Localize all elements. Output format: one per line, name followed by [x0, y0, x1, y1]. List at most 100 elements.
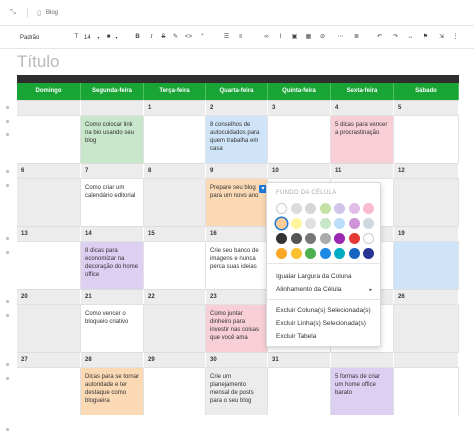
color-swatch[interactable]	[305, 218, 316, 229]
day-cell[interactable]	[144, 304, 206, 352]
day-cell[interactable]: Crie seu banco de imagens e nunca perca …	[206, 241, 268, 289]
quote-icon[interactable]: “	[198, 33, 207, 42]
weekday-header[interactable]: Terça-feira	[144, 83, 206, 100]
color-swatch[interactable]	[334, 218, 345, 229]
day-number[interactable]	[81, 100, 144, 116]
list-icon[interactable]: ☰	[222, 33, 231, 42]
more-icon[interactable]: ⋮	[451, 33, 460, 42]
color-swatch[interactable]	[276, 248, 287, 259]
link-icon[interactable]: ∞	[262, 33, 271, 42]
day-number[interactable]: 21	[81, 289, 144, 305]
color-swatch[interactable]	[305, 248, 316, 259]
color-swatch[interactable]	[319, 248, 331, 259]
day-number[interactable]	[17, 100, 81, 116]
color-swatch[interactable]	[290, 248, 302, 259]
day-number[interactable]: 13	[17, 226, 81, 242]
undo-icon[interactable]: ↶	[375, 33, 384, 42]
day-cell[interactable]	[144, 241, 206, 289]
day-cell[interactable]	[394, 367, 459, 415]
color-swatch[interactable]	[276, 218, 287, 229]
day-number[interactable]: 28	[81, 352, 144, 368]
redo-icon[interactable]: ↷	[391, 33, 400, 42]
day-number[interactable]	[394, 352, 459, 368]
day-number[interactable]: 19	[394, 226, 459, 242]
day-cell[interactable]: 8 conselhos de autocuidados para quem tr…	[206, 115, 268, 163]
image-icon[interactable]: ▣	[290, 33, 299, 42]
collapse-arrows-icon[interactable]: ⤡	[8, 8, 18, 18]
day-cell[interactable]	[394, 178, 459, 226]
bookmark-icon[interactable]: ⚑	[421, 33, 430, 42]
day-number[interactable]: 3	[268, 100, 331, 116]
day-number[interactable]: 6	[17, 163, 81, 179]
day-number[interactable]: 16	[206, 226, 268, 242]
day-number[interactable]: 7	[81, 163, 144, 179]
day-number[interactable]: 20	[17, 289, 81, 305]
day-cell[interactable]: Como criar um calendário editorial	[81, 178, 144, 226]
style-select[interactable]: Padrão	[20, 34, 39, 42]
day-cell[interactable]: Como juntar dinheiro para investir nas c…	[206, 304, 268, 352]
day-number[interactable]: 29	[144, 352, 206, 368]
day-number[interactable]: 23	[206, 289, 268, 305]
document-title[interactable]: Título	[17, 52, 60, 72]
day-number[interactable]	[331, 352, 394, 368]
day-cell[interactable]: 5 formas de criar um home office barato	[331, 367, 394, 415]
list-icon[interactable]: ≡	[236, 33, 245, 42]
color-swatch[interactable]	[276, 203, 287, 214]
day-cell[interactable]: 8 dicas para economizar na decoração do …	[81, 241, 144, 289]
day-cell[interactable]	[17, 367, 81, 415]
color-swatch[interactable]	[305, 203, 316, 214]
day-number[interactable]: 10	[268, 163, 331, 179]
italic-icon[interactable]: I	[147, 33, 156, 42]
highlight-icon[interactable]: ✎	[171, 33, 180, 42]
color-swatch[interactable]	[305, 233, 316, 244]
weekday-header[interactable]: Sábado	[394, 83, 459, 100]
delete-rows-option[interactable]: Excluir Linha(s) Selecionada(s)	[276, 320, 366, 328]
color-swatch[interactable]	[290, 233, 302, 244]
day-number[interactable]: 9	[206, 163, 268, 179]
day-cell[interactable]	[144, 178, 206, 226]
weekday-header[interactable]: Segunda-feira	[81, 83, 144, 100]
day-number[interactable]: 14	[81, 226, 144, 242]
day-number[interactable]: 1	[144, 100, 206, 116]
day-cell[interactable]	[17, 178, 81, 226]
day-cell[interactable]	[268, 115, 331, 163]
attachment-icon[interactable]: ⌇	[276, 33, 285, 42]
day-cell[interactable]	[17, 304, 81, 352]
weekday-header[interactable]: Sexta-feira	[331, 83, 394, 100]
chevron-down-icon[interactable]: ▾	[94, 33, 103, 42]
more-icon[interactable]: ⋯	[336, 33, 345, 42]
day-cell[interactable]: Crie um planejamento mensal de posts par…	[206, 367, 268, 415]
color-swatch[interactable]	[348, 248, 360, 259]
day-number[interactable]: 30	[206, 352, 268, 368]
color-swatch[interactable]	[319, 203, 331, 214]
day-cell[interactable]: Como colocar link na bio usando seu blog	[81, 115, 144, 163]
day-cell[interactable]	[144, 115, 206, 163]
text-size-icon[interactable]: T	[72, 33, 81, 42]
color-swatch[interactable]	[348, 203, 360, 214]
day-cell[interactable]	[394, 304, 459, 352]
expand-icon[interactable]: ↔	[406, 33, 415, 42]
delete-table-option[interactable]: Excluir Tabela	[276, 333, 316, 341]
color-swatch[interactable]	[334, 203, 345, 214]
breadcrumb[interactable]: Blog	[46, 10, 58, 16]
fullscreen-icon[interactable]: ⇲	[437, 33, 446, 42]
color-swatch[interactable]	[319, 233, 331, 244]
table-icon[interactable]: ▦	[304, 33, 313, 42]
delete-columns-option[interactable]: Excluir Coluna(s) Selecionada(s)	[276, 307, 371, 315]
day-number[interactable]: 15	[144, 226, 206, 242]
day-cell[interactable]: 5 dicas para vencer a procrastinação	[331, 115, 394, 163]
day-number[interactable]: 27	[17, 352, 81, 368]
strikethrough-icon[interactable]: S	[159, 33, 168, 42]
day-cell[interactable]	[394, 241, 459, 289]
day-cell[interactable]: Como vencer o bloqueio criativo	[81, 304, 144, 352]
day-number[interactable]: 12	[394, 163, 459, 179]
color-swatch[interactable]	[290, 218, 302, 229]
color-swatch[interactable]	[363, 203, 374, 214]
cell-alignment-option[interactable]: Alinhamento da Célula	[276, 286, 341, 294]
weekday-header[interactable]: Quarta-feira	[206, 83, 268, 100]
day-number[interactable]: 4	[331, 100, 394, 116]
day-cell[interactable]	[394, 115, 459, 163]
weekday-header[interactable]: Domingo	[17, 83, 81, 100]
font-size-select[interactable]: 14	[84, 34, 91, 42]
color-swatch[interactable]	[334, 248, 345, 259]
